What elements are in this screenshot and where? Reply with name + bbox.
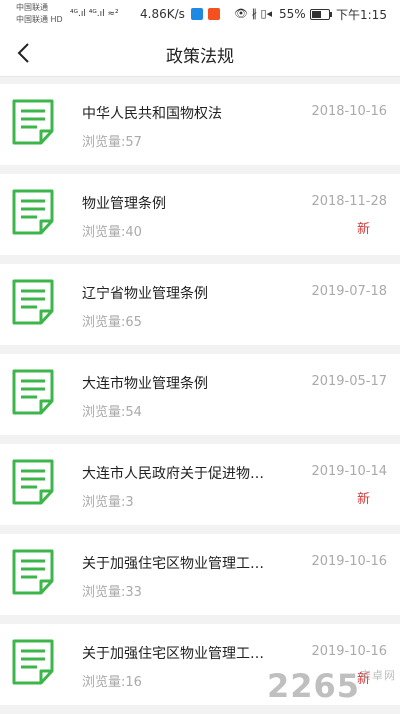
item-title: 大连市物业管理条例 — [82, 376, 208, 392]
page-title: 政策法规 — [166, 47, 234, 67]
battery-percent: 55% — [279, 7, 306, 21]
item-title: 关于加强住宅区物业管理工… — [82, 646, 264, 662]
carrier-1: 中国联通 — [16, 3, 48, 12]
carrier-labels: 中国联通 中国联通 HD — [16, 2, 63, 26]
status-bar: 中国联通 中国联通 HD ⁴ᴳ.ıl ⁴ᴳ.ıl ≈² 4.86K/s 👁 ∦ … — [0, 0, 400, 30]
battery-icon — [310, 9, 332, 20]
status-indicators-icon: 👁 ∦ ▯◂ — [234, 7, 273, 20]
item-views: 浏览量:57 — [82, 135, 142, 150]
document-icon — [12, 279, 54, 325]
new-badge: 新 — [356, 492, 370, 507]
item-title: 辽宁省物业管理条例 — [82, 286, 208, 302]
list-item[interactable]: 关于加强住宅区物业管理工… 浏览量:33 2019-10-16 — [0, 534, 400, 615]
document-icon — [12, 99, 54, 145]
document-icon — [12, 549, 54, 595]
signal-icon: ⁴ᴳ.ıl ⁴ᴳ.ıl ≈² — [70, 9, 119, 19]
item-date: 2019-05-17 — [311, 374, 387, 389]
item-views: 浏览量:40 — [82, 225, 142, 240]
list-item[interactable]: 中华人民共和国物权法 浏览量:57 2018-10-16 — [0, 84, 400, 165]
new-badge: 新 — [356, 222, 370, 237]
net-speed: 4.86K/s — [140, 7, 185, 21]
list-item[interactable]: 辽宁省物业管理条例 浏览量:65 2019-07-18 — [0, 264, 400, 345]
list-item[interactable]: 大连市人民政府关于促进物… 浏览量:3 2019-10-14 新 — [0, 444, 400, 525]
item-title: 物业管理条例 — [82, 196, 166, 212]
watermark: 2265安卓网 — [267, 667, 396, 705]
item-date: 2019-10-14 — [311, 464, 387, 479]
item-title: 中华人民共和国物权法 — [82, 106, 222, 122]
document-icon — [12, 639, 54, 685]
item-date: 2018-10-16 — [311, 104, 387, 119]
item-views: 浏览量:54 — [82, 405, 142, 420]
item-views: 浏览量:65 — [82, 315, 142, 330]
item-title: 大连市人民政府关于促进物… — [82, 466, 264, 482]
item-date: 2019-07-18 — [311, 284, 387, 299]
carrier-2: 中国联通 HD — [16, 15, 63, 24]
app-notification-icon-2 — [208, 8, 220, 20]
item-title: 关于加强住宅区物业管理工… — [82, 556, 264, 572]
document-icon — [12, 369, 54, 415]
item-views: 浏览量:33 — [82, 585, 142, 600]
policy-list: 中华人民共和国物权法 浏览量:57 2018-10-16 物业管理条例 浏览量:40 20… — [0, 84, 400, 714]
item-date: 2019-10-16 — [311, 644, 387, 659]
list-item[interactable]: 大连市物业管理条例 浏览量:54 2019-05-17 — [0, 354, 400, 435]
watermark-text: 2265 — [266, 667, 360, 705]
app-notification-icon — [191, 8, 203, 20]
item-views: 浏览量:3 — [82, 495, 134, 510]
nav-bar: 政策法规 — [0, 30, 400, 77]
watermark-suffix: 安卓网 — [360, 669, 396, 682]
item-date: 2018-11-28 — [311, 194, 387, 209]
document-icon — [12, 459, 54, 505]
list-item[interactable]: 物业管理条例 浏览量:40 2018-11-28 新 — [0, 174, 400, 255]
battery-level — [312, 11, 321, 18]
document-icon — [12, 189, 54, 235]
clock: 下午1:15 — [336, 8, 387, 22]
item-views: 浏览量:16 — [82, 675, 142, 690]
item-date: 2019-10-16 — [311, 554, 387, 569]
